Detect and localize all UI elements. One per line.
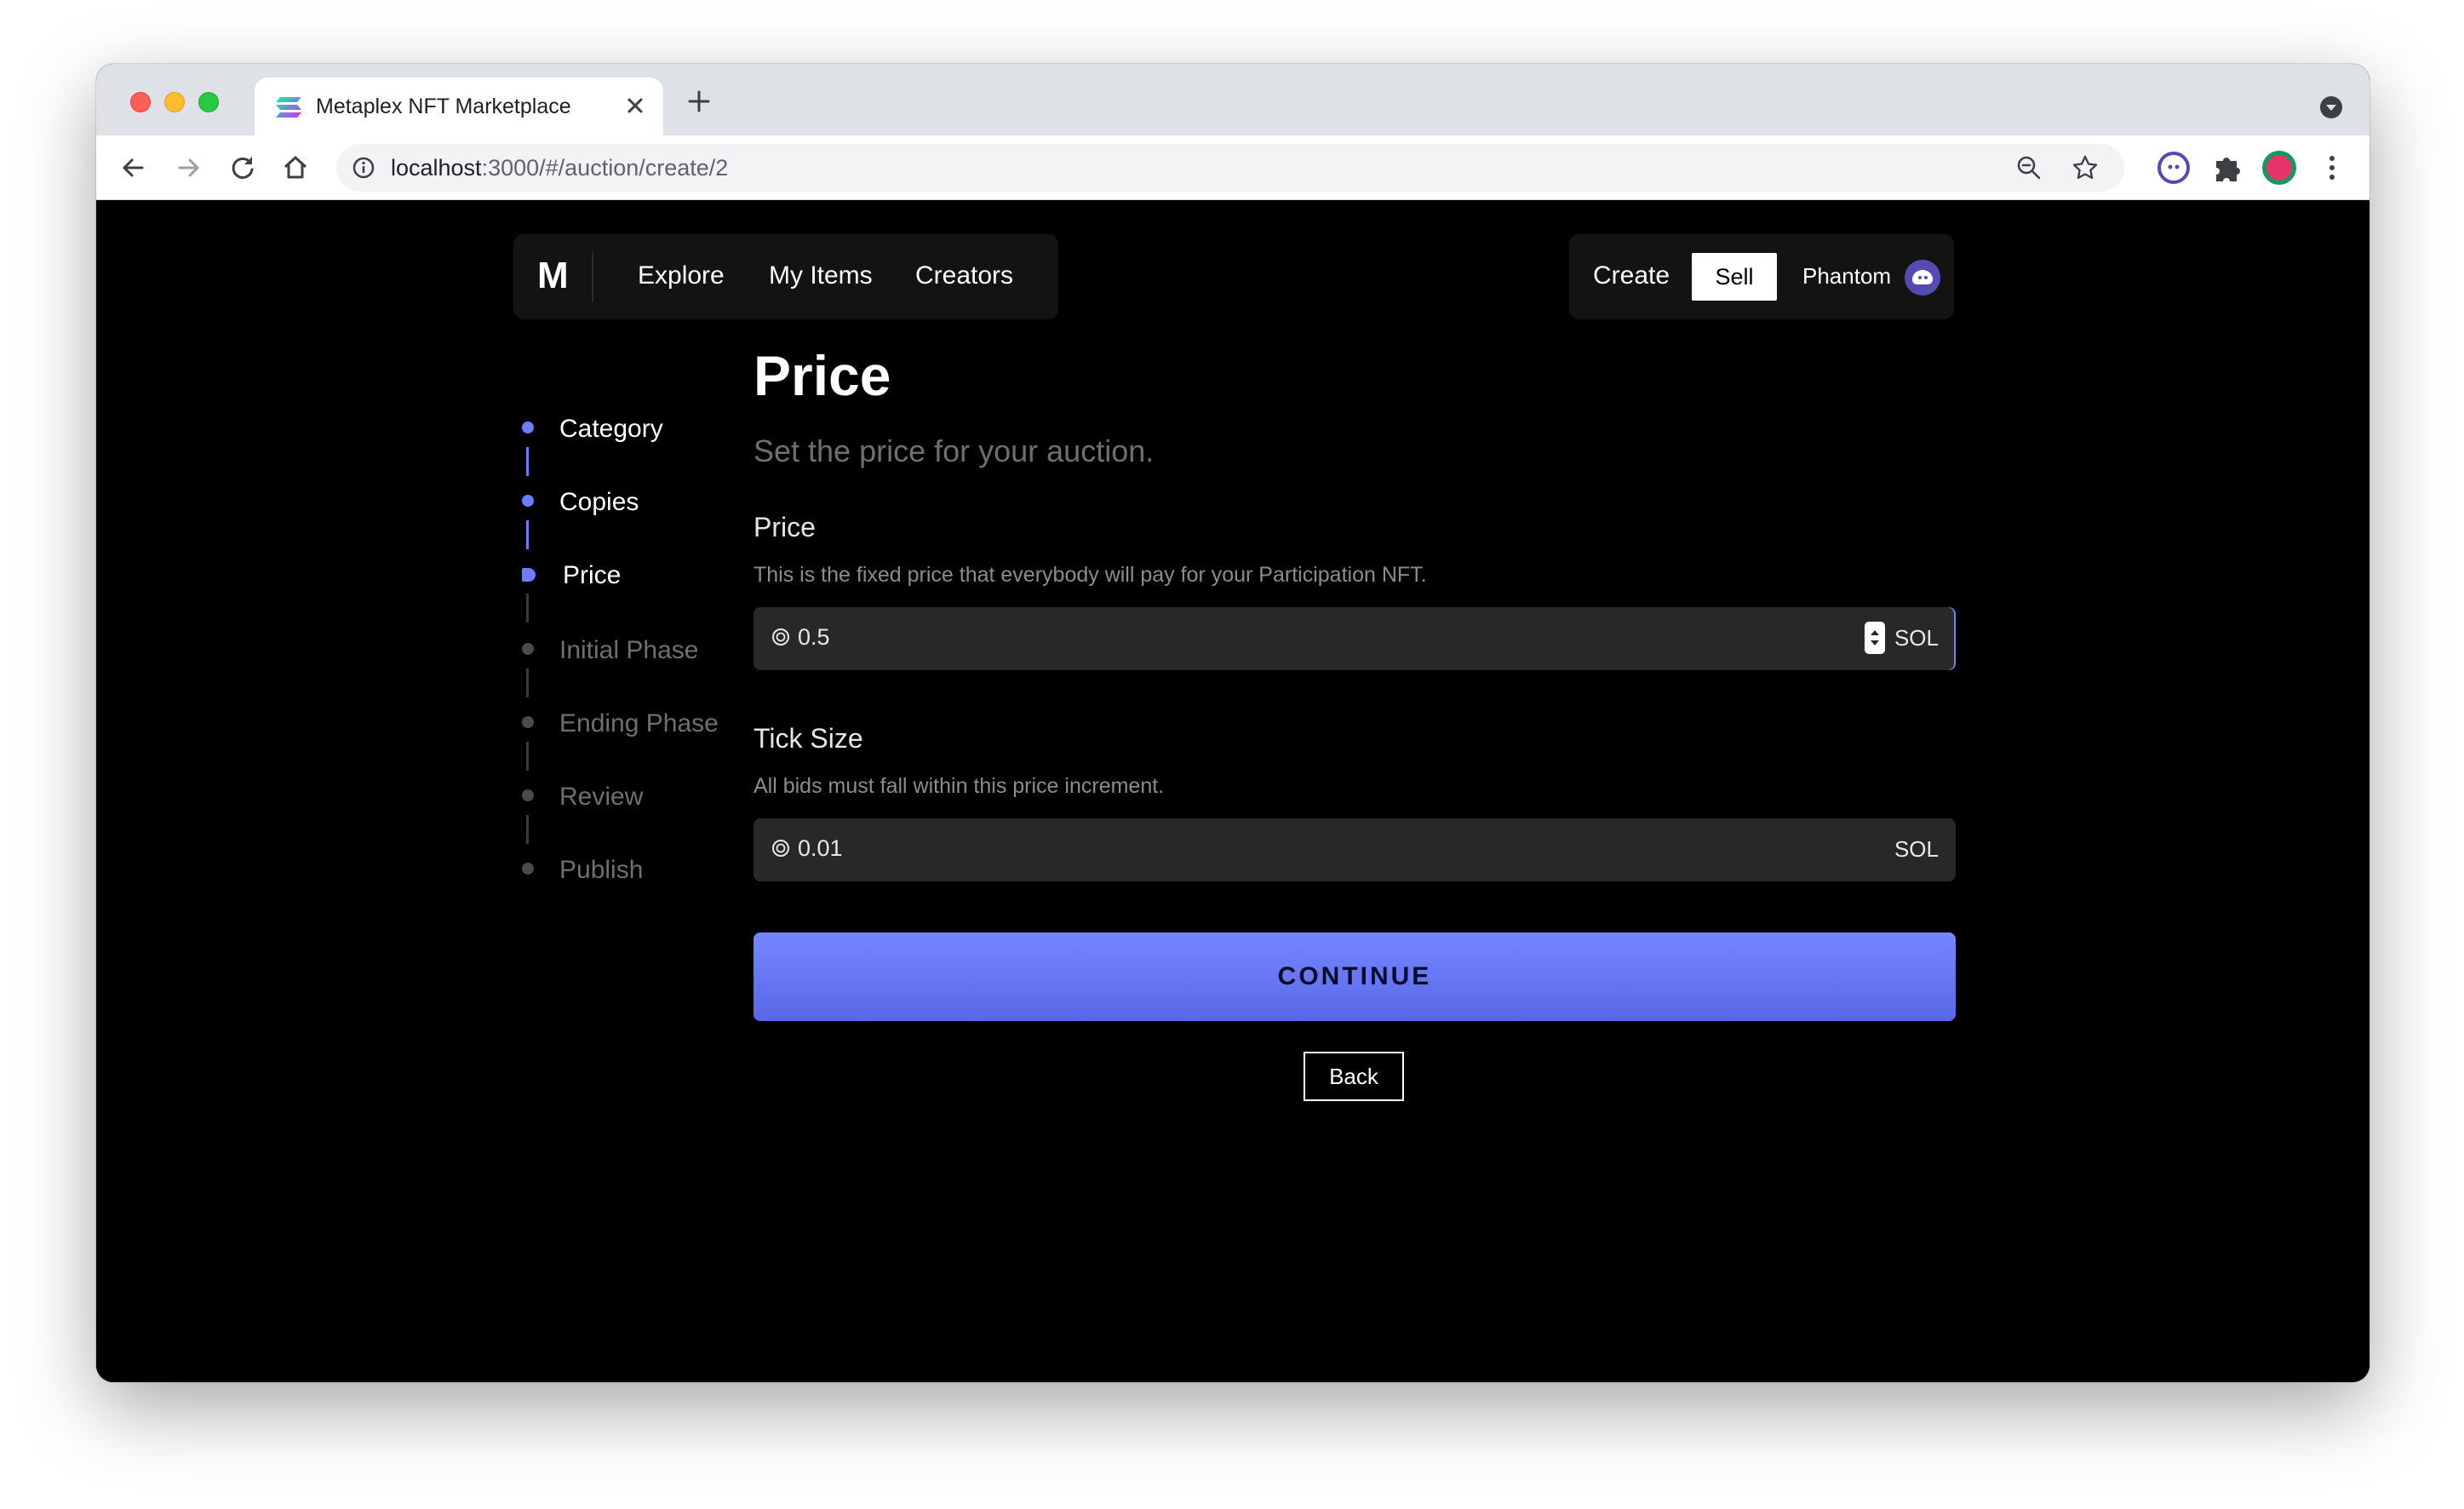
step-dot-price bbox=[522, 568, 536, 582]
metaplex-logo[interactable]: M bbox=[537, 255, 569, 297]
tab-title: Metaplex NFT Marketplace bbox=[316, 95, 571, 118]
step-connector bbox=[526, 447, 529, 476]
step-publish[interactable]: Publish bbox=[559, 856, 643, 885]
price-unit: SOL bbox=[1894, 625, 1939, 651]
step-category[interactable]: Category bbox=[559, 415, 663, 444]
page-title: Price bbox=[754, 344, 891, 407]
tick-size-unit: SOL bbox=[1894, 836, 1939, 862]
new-tab-icon[interactable] bbox=[685, 88, 713, 115]
browser-toolbar: localhost:3000/#/auction/create/2 bbox=[96, 135, 2369, 200]
step-price[interactable]: Price bbox=[563, 561, 621, 590]
nav-explore-link[interactable]: Explore bbox=[638, 261, 725, 290]
tick-size-label: Tick Size bbox=[754, 723, 863, 754]
phantom-extension-icon[interactable] bbox=[2155, 149, 2192, 186]
step-connector bbox=[526, 594, 529, 623]
price-input[interactable]: 0.5 SOL bbox=[754, 607, 1956, 670]
price-value: 0.5 bbox=[798, 624, 830, 650]
step-dot-publish bbox=[522, 863, 534, 875]
close-window-button[interactable] bbox=[130, 92, 151, 112]
wallet-name[interactable]: Phantom bbox=[1802, 263, 1891, 290]
step-dot-ending-phase bbox=[522, 716, 534, 728]
price-label: Price bbox=[754, 512, 816, 542]
tick-size-input[interactable]: 0.01 SOL bbox=[754, 818, 1956, 881]
step-connector bbox=[526, 742, 529, 771]
browser-tab[interactable]: Metaplex NFT Marketplace bbox=[255, 77, 663, 135]
minimize-window-button[interactable] bbox=[164, 92, 185, 112]
create-link[interactable]: Create bbox=[1593, 261, 1670, 290]
back-button[interactable]: Back bbox=[1304, 1052, 1404, 1101]
step-connector bbox=[526, 815, 529, 844]
step-connector bbox=[526, 668, 529, 697]
step-ending-phase[interactable]: Ending Phase bbox=[559, 709, 719, 738]
step-dot-initial-phase bbox=[522, 643, 534, 655]
site-info-icon[interactable] bbox=[352, 156, 375, 180]
solana-favicon-icon bbox=[276, 97, 301, 118]
close-tab-icon[interactable] bbox=[622, 93, 648, 118]
page-subtitle: Set the price for your auction. bbox=[754, 433, 1155, 468]
browser-window: Metaplex NFT Marketplace localhost:3000/… bbox=[96, 64, 2369, 1382]
url-text: localhost:3000/#/auction/create/2 bbox=[391, 155, 729, 181]
forward-arrow-icon[interactable] bbox=[171, 151, 205, 185]
extensions-puzzle-icon[interactable] bbox=[2208, 149, 2245, 186]
menu-kebab-icon[interactable] bbox=[2313, 149, 2351, 186]
sol-coin-icon bbox=[772, 628, 789, 645]
account-nav: Create Sell Phantom bbox=[1569, 234, 1954, 319]
phantom-wallet-icon[interactable] bbox=[1905, 260, 1940, 295]
price-help-text: This is the fixed price that everybody w… bbox=[754, 563, 1427, 587]
step-connector bbox=[526, 520, 529, 549]
step-dot-review bbox=[522, 789, 534, 801]
tick-size-value: 0.01 bbox=[798, 835, 843, 861]
profile-avatar-icon[interactable] bbox=[2261, 149, 2298, 186]
continue-button[interactable]: CONTINUE bbox=[754, 932, 1956, 1021]
number-stepper-icon[interactable] bbox=[1864, 621, 1886, 655]
nav-creators-link[interactable]: Creators bbox=[915, 261, 1013, 290]
nav-divider bbox=[592, 251, 593, 302]
zoom-icon[interactable] bbox=[2015, 154, 2043, 181]
bookmark-star-icon[interactable] bbox=[2071, 154, 2099, 181]
sell-button[interactable]: Sell bbox=[1692, 253, 1777, 301]
main-nav: M Explore My Items Creators bbox=[513, 234, 1058, 319]
step-dot-category bbox=[522, 422, 534, 433]
reload-icon[interactable] bbox=[226, 151, 260, 185]
step-review[interactable]: Review bbox=[559, 783, 643, 812]
step-initial-phase[interactable]: Initial Phase bbox=[559, 636, 698, 665]
home-icon[interactable] bbox=[278, 151, 312, 185]
address-bar[interactable]: localhost:3000/#/auction/create/2 bbox=[336, 144, 2124, 192]
tick-size-help-text: All bids must fall within this price inc… bbox=[754, 774, 1165, 798]
page-viewport: M Explore My Items Creators Create Sell … bbox=[96, 200, 2369, 1382]
nav-my-items-link[interactable]: My Items bbox=[769, 261, 873, 290]
tab-strip: Metaplex NFT Marketplace bbox=[96, 64, 2369, 135]
step-copies[interactable]: Copies bbox=[559, 488, 639, 517]
maximize-window-button[interactable] bbox=[198, 92, 219, 112]
back-arrow-icon[interactable] bbox=[117, 151, 151, 185]
sol-coin-icon bbox=[772, 840, 789, 857]
tab-search-icon[interactable] bbox=[2318, 95, 2344, 120]
step-dot-copies bbox=[522, 495, 534, 507]
